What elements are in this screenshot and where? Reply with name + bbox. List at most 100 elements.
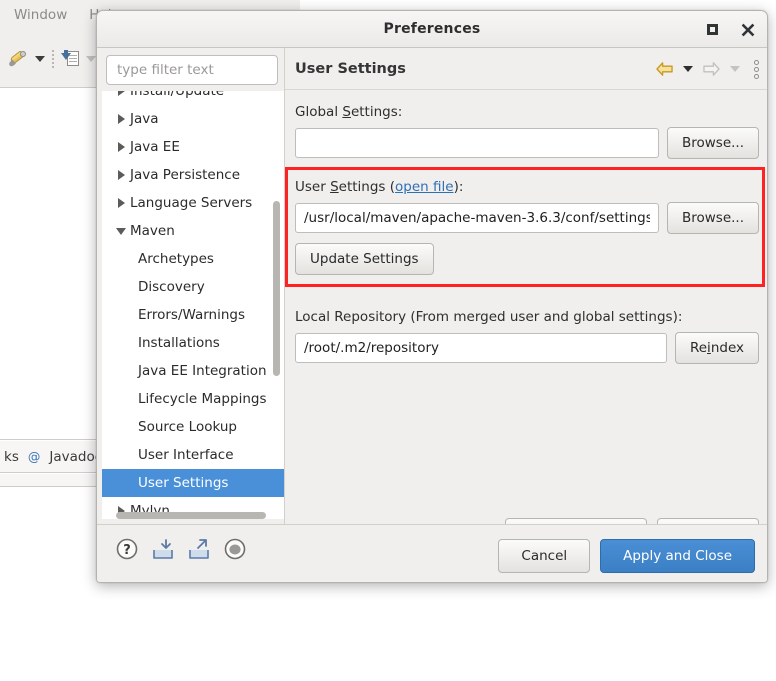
tree-item-label: Language Servers (130, 195, 253, 211)
cancel-button[interactable]: Cancel (498, 539, 591, 573)
maximize-button[interactable] (702, 20, 722, 40)
tree-item-label: Installations (138, 335, 220, 351)
import-document-icon[interactable] (61, 49, 79, 68)
tree-item-discovery[interactable]: Discovery (102, 273, 284, 301)
reindex-label-pre: Re (689, 340, 708, 356)
preferences-tree[interactable]: Install/Update Java Java EE Java Persistenc… (102, 91, 284, 519)
toolbar-dropdown-icon[interactable] (35, 55, 45, 62)
tree-item-label: Java EE (130, 139, 180, 155)
user-settings-label-mnemonic: S (330, 179, 339, 195)
forward-arrow-icon (703, 62, 720, 76)
global-settings-label-post: ettings: (350, 104, 403, 120)
dialog-title: Preferences (383, 21, 481, 37)
reindex-label-post: ndex (710, 340, 744, 356)
tree-item-label: Java Persistence (130, 167, 241, 183)
tree-item-java-ee-integration[interactable]: Java EE Integration (102, 357, 284, 385)
tree-item-label: Java (130, 111, 159, 127)
global-settings-row: Browse... (295, 127, 759, 159)
local-repository-input[interactable] (295, 333, 667, 363)
rocket-run-icon[interactable] (8, 49, 28, 68)
back-arrow-icon[interactable] (655, 61, 674, 77)
toolbar-dropdown-icon-2[interactable] (86, 55, 96, 62)
export-preferences-icon[interactable] (187, 537, 211, 561)
tree-item-label: User Interface (138, 447, 234, 463)
preferences-dialog: Preferences Install/Update Java Java EE Jav… (96, 10, 768, 583)
dialog-title-bar: Preferences (97, 11, 767, 48)
toolbar-separator (52, 49, 54, 68)
local-repository-label: Local Repository (From merged user and g… (295, 309, 683, 325)
window-buttons (702, 11, 758, 48)
open-file-link[interactable]: open file (395, 179, 454, 195)
user-settings-label-post: ): (453, 179, 464, 195)
page-navigation-icons (655, 48, 759, 90)
tree-item-label: User Settings (138, 475, 229, 491)
filter-input[interactable] (106, 55, 278, 85)
oomph-recorder-icon[interactable] (223, 537, 247, 561)
chevron-right-icon[interactable] (112, 91, 130, 96)
chevron-right-icon[interactable] (112, 114, 130, 124)
tree-item-installations[interactable]: Installations (102, 329, 284, 357)
menu-item-window[interactable]: Window (14, 7, 67, 23)
chevron-right-icon[interactable] (112, 170, 130, 180)
user-settings-input[interactable] (295, 203, 659, 233)
user-settings-label-pre: User (295, 179, 331, 195)
tree-item-maven[interactable]: Maven (102, 217, 284, 245)
tree-item-label: Maven (130, 223, 175, 239)
apply-and-close-button[interactable]: Apply and Close (600, 539, 755, 573)
close-button[interactable] (738, 20, 758, 40)
preference-page-content: Global Settings: Browse... User Settings… (285, 90, 767, 364)
tree-item-user-interface[interactable]: User Interface (102, 441, 284, 469)
global-settings-label: Global Settings: (295, 104, 759, 120)
help-icon[interactable]: ? (115, 537, 139, 561)
tree-horizontal-scrollbar[interactable] (116, 512, 266, 519)
tree-item-language-servers[interactable]: Language Servers (102, 189, 284, 217)
tree-item-archetypes[interactable]: Archetypes (102, 245, 284, 273)
user-settings-browse-button[interactable]: Browse... (666, 202, 759, 234)
back-dropdown-icon[interactable] (683, 66, 693, 72)
dialog-body: Install/Update Java Java EE Java Persistenc… (97, 48, 767, 582)
preferences-tree-list: Install/Update Java Java EE Java Persistenc… (102, 91, 284, 519)
tree-item-lifecycle-mappings[interactable]: Lifecycle Mappings (102, 385, 284, 413)
update-settings-button[interactable]: Update Settings (295, 243, 434, 275)
maximize-icon (706, 24, 718, 35)
svg-text:?: ? (123, 543, 131, 558)
tree-item-label: Install/Update (130, 91, 225, 99)
global-settings-browse-button[interactable]: Browse... (666, 127, 759, 159)
global-settings-input[interactable] (295, 128, 659, 158)
chevron-right-icon[interactable] (112, 198, 130, 208)
tree-item-java-persistence[interactable]: Java Persistence (102, 161, 284, 189)
dialog-bottom-bar: ? Cancel Apply and Close (97, 524, 767, 582)
forward-dropdown-icon (730, 66, 740, 72)
tree-item-user-settings[interactable]: User Settings (102, 469, 284, 497)
import-preferences-icon[interactable] (151, 537, 175, 561)
user-settings-row: Browse... (295, 202, 759, 234)
tab-javadoc[interactable]: Javadoc (49, 449, 102, 465)
preferences-tree-column: Install/Update Java Java EE Java Persistenc… (102, 55, 284, 560)
tree-item-java-ee[interactable]: Java EE (102, 133, 284, 161)
tree-item-install-update[interactable]: Install/Update (102, 91, 284, 105)
user-settings-label-mid: ettings ( (338, 179, 396, 195)
tree-item-label: Errors/Warnings (138, 307, 246, 323)
javadoc-icon: @ (27, 449, 41, 464)
dialog-bottom-icons: ? (115, 537, 247, 561)
chevron-right-icon[interactable] (112, 142, 130, 152)
reindex-button[interactable]: Reindex (674, 332, 759, 364)
user-settings-label: User Settings (open file): (295, 179, 759, 195)
chevron-down-icon[interactable] (112, 227, 130, 235)
global-settings-label-mnemonic: S (342, 104, 351, 120)
global-settings-label-pre: Global (295, 104, 343, 120)
preference-page: User Settings Global Settings: Browse...… (284, 48, 767, 560)
tree-item-errors-warnings[interactable]: Errors/Warnings (102, 301, 284, 329)
tree-item-java[interactable]: Java (102, 105, 284, 133)
preference-page-header: User Settings (285, 48, 767, 90)
tree-item-label: Java EE Integration (138, 363, 267, 379)
view-menu-icon[interactable] (754, 59, 759, 79)
tree-item-label: Archetypes (138, 251, 214, 267)
close-icon (741, 23, 755, 36)
tab-tasks[interactable]: ks (4, 449, 19, 465)
tree-item-label: Lifecycle Mappings (138, 391, 267, 407)
tree-vertical-scrollbar[interactable] (273, 201, 280, 376)
user-settings-block: User Settings (open file): Browse... Upd… (285, 167, 767, 287)
tree-item-source-lookup[interactable]: Source Lookup (102, 413, 284, 441)
update-settings-row: Update Settings (295, 243, 759, 275)
